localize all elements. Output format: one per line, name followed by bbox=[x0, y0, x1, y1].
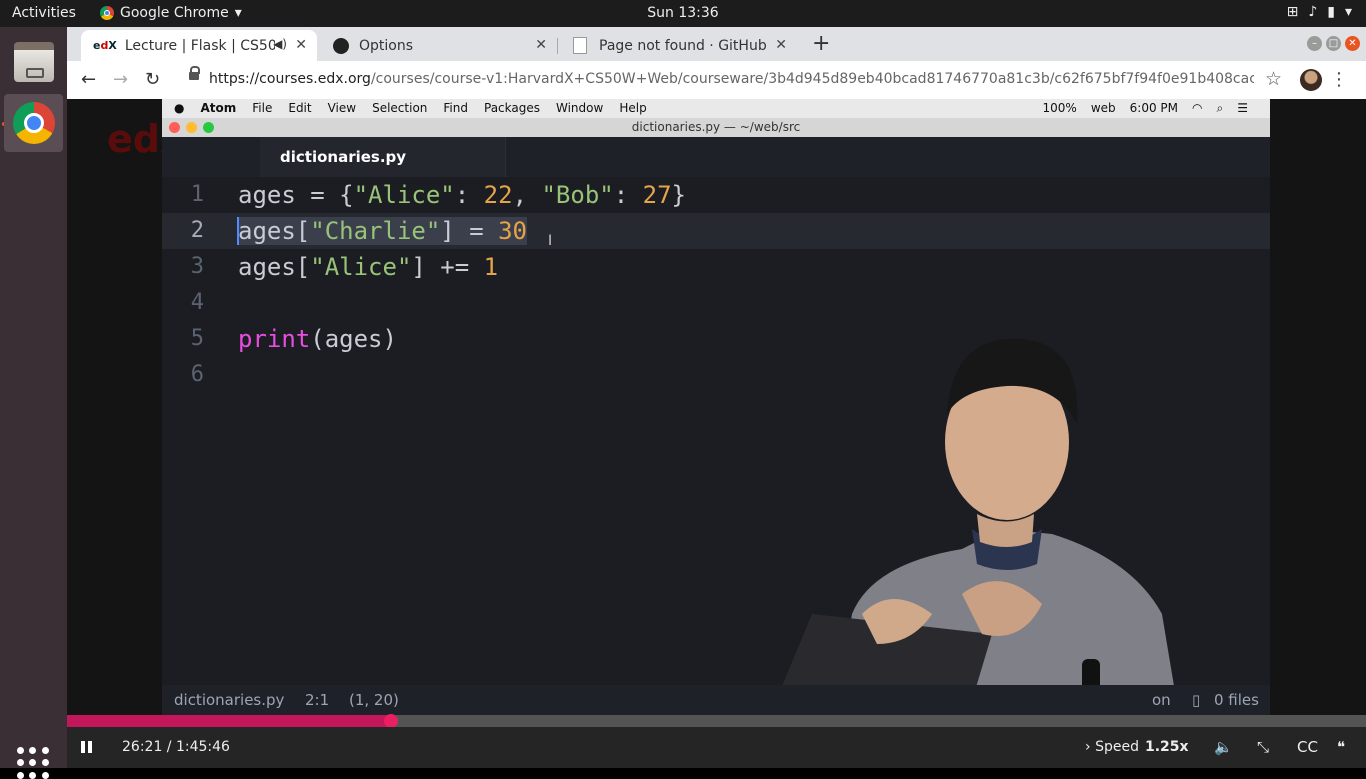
speed-button[interactable]: › Speed 1.25x bbox=[1085, 739, 1189, 755]
tab-lecture[interactable]: edX Lecture | Flask | CS50W ◀) ✕ bbox=[81, 30, 317, 61]
user-name: web bbox=[1090, 101, 1116, 115]
url-host: https://courses.edx.org bbox=[209, 71, 371, 87]
reload-button[interactable]: ↻ bbox=[145, 69, 160, 90]
progress-scrubber[interactable] bbox=[383, 714, 398, 728]
battery-icon: ▮ bbox=[1327, 4, 1335, 20]
close-tab-icon[interactable]: ✕ bbox=[775, 37, 787, 53]
text-cursor bbox=[237, 217, 239, 245]
lock-icon[interactable] bbox=[189, 66, 200, 80]
chevron-down-icon: ▾ bbox=[1344, 4, 1352, 20]
toolbar: ← → ↻ https://courses.edx.org/courses/co… bbox=[67, 61, 1366, 100]
selection-count: (1, 20) bbox=[349, 691, 399, 709]
menu-atom: Atom bbox=[200, 101, 237, 115]
address-field[interactable]: https://courses.edx.org/courses/course-v… bbox=[209, 71, 1254, 87]
activities-button[interactable]: Activities bbox=[12, 5, 76, 21]
editor-tab-bar: dictionaries.py bbox=[162, 137, 1270, 177]
tab-title: Lecture | Flask | CS50W bbox=[124, 37, 275, 54]
url-path: /courses/course-v1:HarvardX+CS50W+Web/co… bbox=[370, 71, 1254, 87]
video-frame[interactable]: ● Atom File Edit View Selection Find Pac… bbox=[162, 99, 1270, 715]
speaker-icon[interactable]: ◀) bbox=[273, 37, 287, 51]
volume-button[interactable]: 🔈 bbox=[1214, 738, 1233, 756]
apple-icon: ● bbox=[174, 101, 185, 115]
menu-find: Find bbox=[443, 101, 468, 115]
git-files-icon: ▯ bbox=[1192, 691, 1201, 709]
code-line: 3 ages["Alice"] += 1 bbox=[190, 253, 499, 281]
mac-clock: 6:00 PM bbox=[1129, 101, 1179, 115]
tab-title: Options bbox=[359, 37, 414, 54]
atom-title-bar: dictionaries.py — ~/web/src bbox=[162, 118, 1270, 137]
doc-icon bbox=[573, 37, 587, 54]
window-title: dictionaries.py — ~/web/src bbox=[631, 120, 801, 134]
fullscreen-toggle-icon[interactable]: ⤡ bbox=[1257, 738, 1269, 756]
window-controls: – □ ✕ bbox=[1307, 36, 1360, 51]
status-file: dictionaries.py bbox=[174, 691, 285, 709]
tab-page-not-found[interactable]: Page not found · GitHub F ✕ bbox=[561, 30, 797, 61]
bookmark-star-icon[interactable]: ☆ bbox=[1265, 68, 1282, 90]
tab-title: Page not found · GitHub F bbox=[599, 37, 771, 54]
chrome-icon bbox=[12, 102, 55, 144]
menu-window: Window bbox=[556, 101, 604, 115]
close-tab-icon[interactable]: ✕ bbox=[295, 37, 307, 53]
edx-icon: edX bbox=[93, 39, 117, 52]
list-icon: ☰ bbox=[1237, 101, 1248, 115]
ibeam-cursor-icon: Ι bbox=[548, 233, 553, 249]
mac-minimize-icon bbox=[186, 122, 197, 133]
git-files-count: 0 files bbox=[1214, 691, 1259, 709]
chrome-icon bbox=[100, 6, 114, 20]
language-mode: on bbox=[1152, 691, 1171, 709]
forward-button[interactable]: → bbox=[113, 69, 128, 90]
wifi-icon: ◠ bbox=[1192, 101, 1203, 115]
tab-options[interactable]: Options ✕ bbox=[321, 30, 558, 61]
video-controls: 26:21 / 1:45:46 › Speed 1.25x 🔈 ⤡ CC ❝ bbox=[67, 727, 1366, 768]
dock-chrome[interactable] bbox=[4, 94, 63, 152]
menu-packages: Packages bbox=[484, 101, 540, 115]
network-icon: ⊞ bbox=[1286, 4, 1299, 20]
menu-help: Help bbox=[619, 101, 647, 115]
avatar[interactable] bbox=[1300, 69, 1322, 91]
tab-strip: edX Lecture | Flask | CS50W ◀) ✕ Options… bbox=[67, 27, 1366, 61]
speed-value: 1.25x bbox=[1144, 739, 1189, 755]
chevron-down-icon: ▾ bbox=[234, 5, 242, 21]
ubuntu-top-bar: Activities Google Chrome ▾ Sun 13:36 ⊞ ♪… bbox=[0, 0, 1366, 27]
mac-zoom-icon bbox=[203, 122, 214, 133]
menu-selection: Selection bbox=[372, 101, 428, 115]
close-tab-icon[interactable]: ✕ bbox=[535, 37, 547, 53]
video-progress-bar[interactable] bbox=[67, 714, 1366, 728]
speed-label: Speed bbox=[1095, 739, 1139, 755]
close-window-button[interactable]: ✕ bbox=[1345, 36, 1360, 51]
transcript-button[interactable]: ❝ bbox=[1337, 738, 1345, 756]
files-icon bbox=[13, 42, 54, 82]
code-line: 1 ages = {"Alice": 22, "Bob": 27} bbox=[190, 181, 686, 209]
maximize-button[interactable]: □ bbox=[1326, 36, 1341, 51]
mac-close-icon bbox=[169, 122, 180, 133]
pause-button[interactable] bbox=[81, 741, 93, 753]
editor-tab: dictionaries.py bbox=[260, 137, 506, 177]
mac-menu-bar: ● Atom File Edit View Selection Find Pac… bbox=[162, 99, 1270, 118]
battery-level: 100% bbox=[1042, 101, 1077, 115]
progress-played bbox=[67, 715, 391, 727]
volume-icon: ♪ bbox=[1308, 4, 1318, 20]
editor-status-bar: dictionaries.py 2:1 (1, 20) on ▯ 0 files bbox=[162, 685, 1270, 715]
new-tab-button[interactable]: + bbox=[812, 31, 830, 56]
presenter bbox=[769, 338, 1179, 715]
github-icon bbox=[333, 37, 349, 54]
dock bbox=[0, 27, 67, 779]
app-name: Google Chrome bbox=[120, 5, 229, 21]
chrome-menu-icon[interactable]: ⋮ bbox=[1330, 69, 1348, 90]
system-tray[interactable]: ⊞ ♪ ▮ ▾ bbox=[1287, 4, 1352, 20]
menu-file: File bbox=[252, 101, 273, 115]
video-time: 26:21 / 1:45:46 bbox=[122, 739, 230, 755]
back-button[interactable]: ← bbox=[81, 69, 96, 90]
chevron-right-icon: › bbox=[1085, 739, 1091, 755]
app-menu[interactable]: Google Chrome ▾ bbox=[100, 5, 242, 21]
spotlight-icon: ⌕ bbox=[1216, 101, 1224, 115]
minimize-button[interactable]: – bbox=[1307, 36, 1322, 51]
captions-button[interactable]: CC bbox=[1297, 738, 1318, 756]
dock-files[interactable] bbox=[4, 33, 63, 91]
show-applications-icon[interactable] bbox=[17, 747, 49, 779]
code-line-current: 2 ages["Charlie"] = 30 bbox=[162, 213, 1270, 249]
menu-edit: Edit bbox=[288, 101, 312, 115]
menu-view: View bbox=[327, 101, 357, 115]
cursor-position: 2:1 bbox=[305, 691, 330, 709]
